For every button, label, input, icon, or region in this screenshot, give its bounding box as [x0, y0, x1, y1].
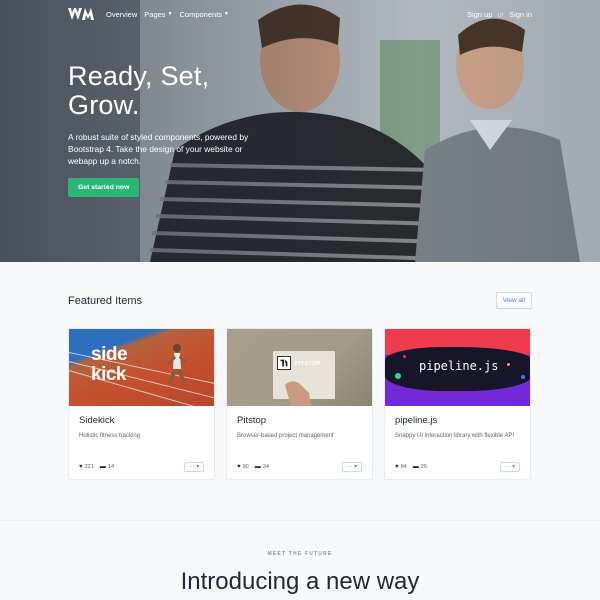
comments-stat: ▬ 34 [254, 464, 270, 470]
card-pitstop[interactable]: PITSTOP Pitstop Browser-based project ma… [226, 328, 373, 480]
card-title[interactable]: Pitstop [237, 415, 362, 426]
sidekick-logo-text: side kick [91, 344, 128, 385]
caret-down-icon: ▼ [224, 11, 229, 17]
card-description: Snappy UI interaction library with flexi… [395, 433, 515, 439]
featured-cards: side kick Sidekick Holistic fitness track… [68, 328, 531, 480]
featured-header: Featured Items View all [68, 292, 532, 309]
card-pipeline[interactable]: pipeline.js pipeline.js Snappy UI intera… [384, 328, 531, 480]
featured-section: Featured Items View all side kick Sideki… [0, 262, 600, 520]
auth-links: Sign up or Sign in [467, 10, 532, 19]
more-options-button[interactable]: ··· ▾ [184, 462, 204, 472]
comments-stat: ▬ 25 [412, 464, 428, 470]
card-description: Holistic fitness tracking [79, 433, 141, 439]
card-title[interactable]: pipeline.js [395, 415, 520, 426]
signin-link[interactable]: Sign in [509, 10, 532, 19]
comment-icon: ▬ [99, 464, 106, 470]
comment-icon: ▬ [412, 464, 419, 470]
wm-logo-icon[interactable] [68, 7, 94, 21]
sidekick-image: side kick [69, 329, 214, 406]
likes-stat: ♥ 221 [79, 464, 94, 470]
likes-stat: ♥ 84 [395, 464, 407, 470]
more-options-button[interactable]: ··· ▾ [500, 462, 520, 472]
get-started-button[interactable]: Get started now [68, 178, 140, 197]
pitstop-image: PITSTOP [227, 329, 372, 406]
comments-stat: ▬ 14 [99, 464, 115, 470]
nav-link-components[interactable]: Components ▼ [180, 10, 229, 19]
runner-figure [167, 344, 187, 384]
hero-title: Ready, Set, Grow. [68, 61, 210, 120]
comment-icon: ▬ [254, 464, 261, 470]
likes-stat: ♥ 90 [237, 464, 249, 470]
pitstop-logo-text: PITSTOP [295, 361, 321, 367]
pipeline-logo-text: pipeline.js [419, 359, 499, 373]
hand-figure [285, 381, 311, 406]
or-text: or [497, 9, 505, 19]
view-all-button[interactable]: View all [495, 292, 532, 309]
signup-link[interactable]: Sign up [467, 10, 492, 19]
hero-lead: A robust suite of styled components, pow… [68, 132, 249, 166]
pitstop-logo-icon [277, 356, 291, 370]
card-title[interactable]: Sidekick [79, 415, 204, 426]
heart-icon: ♥ [395, 464, 399, 470]
heart-icon: ♥ [79, 464, 83, 470]
card-sidekick[interactable]: side kick Sidekick Holistic fitness track… [68, 328, 215, 480]
intro-eyebrow: MEET THE FUTURE [267, 551, 333, 557]
card-footer: ♥ 90 ▬ 34 ··· ▾ [237, 462, 362, 472]
pipeline-image: pipeline.js [385, 329, 530, 406]
nav-link-overview[interactable]: Overview [106, 10, 137, 19]
nav-link-pages[interactable]: Pages ▼ [144, 10, 172, 19]
intro-title: Introducing a new way [180, 568, 420, 595]
intro-section: MEET THE FUTURE Introducing a new way [0, 520, 600, 600]
heart-icon: ♥ [237, 464, 241, 470]
more-options-button[interactable]: ··· ▾ [342, 462, 362, 472]
hero-content: Ready, Set, Grow. A robust suite of styl… [68, 62, 268, 197]
card-footer: ♥ 221 ▬ 14 ··· ▾ [79, 462, 204, 472]
card-description: Browser-based project management [237, 433, 334, 439]
top-navbar: Overview Pages ▼ Components ▼ Sign up or S… [0, 0, 600, 28]
hero-section: Overview Pages ▼ Components ▼ Sign up or S… [0, 0, 600, 262]
card-footer: ♥ 84 ▬ 25 ··· ▾ [395, 462, 520, 472]
featured-title: Featured Items [68, 294, 142, 307]
caret-down-icon: ▼ [167, 11, 173, 17]
